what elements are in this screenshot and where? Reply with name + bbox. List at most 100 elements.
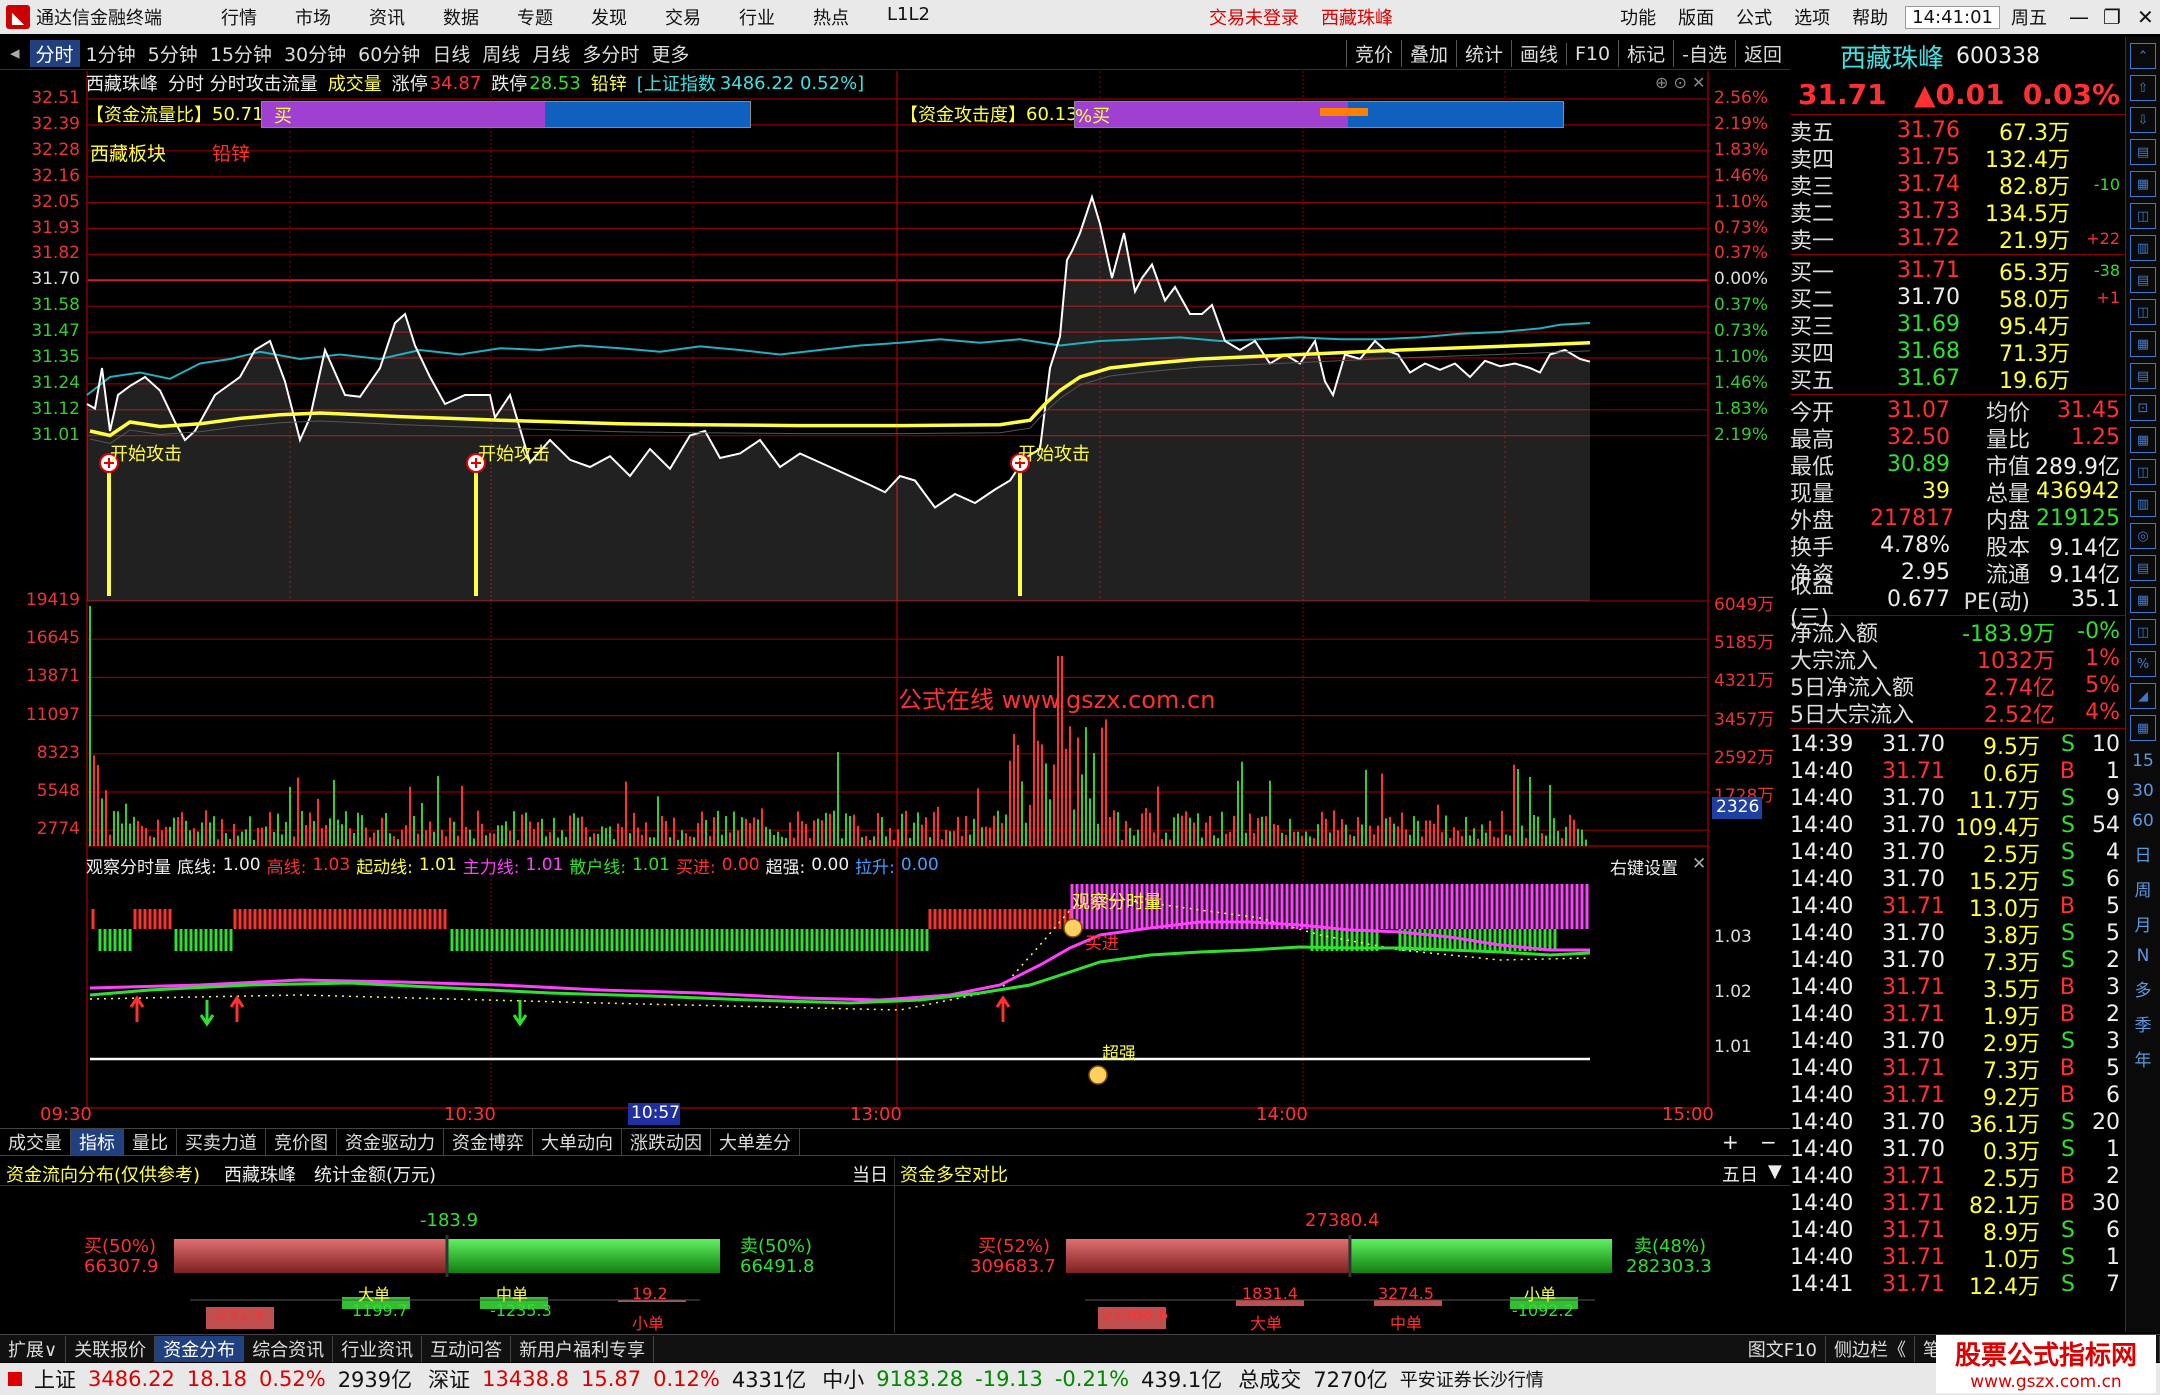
- period-tab[interactable]: 30分钟: [278, 40, 352, 67]
- sidebar-period[interactable]: N: [2126, 946, 2160, 966]
- sidebar-tool-icon[interactable]: ▤: [2130, 267, 2156, 293]
- period-tab[interactable]: 周线: [476, 40, 526, 67]
- indicator-tab[interactable]: 大单动向: [533, 1129, 622, 1155]
- bottom-right-tab[interactable]: 图文F10: [1740, 1335, 1826, 1362]
- tick-list[interactable]: 14:39 31.70 9.5万 S 10 14:40 31.71 0.6万 B 1 14:40 31…: [1790, 729, 2125, 1300]
- bottom-tab[interactable]: 扩展∨: [0, 1335, 67, 1362]
- menu-item[interactable]: L1L2: [868, 4, 949, 30]
- sidebar-tool-icon[interactable]: %: [2130, 651, 2156, 677]
- period-tab[interactable]: 1分钟: [80, 40, 142, 67]
- sidebar-tool-icon[interactable]: ▦: [2130, 587, 2156, 613]
- chart-button[interactable]: 叠加: [1400, 40, 1456, 67]
- sidebar-tool-icon[interactable]: ▥: [2130, 235, 2156, 261]
- menu-item[interactable]: 交易: [646, 4, 720, 30]
- sidebar-tool-icon[interactable]: ▦: [2130, 171, 2156, 197]
- minimize-icon[interactable]: —: [2058, 5, 2092, 29]
- indicator-tab[interactable]: 竞价图: [266, 1129, 337, 1155]
- period-tab[interactable]: 更多: [645, 40, 695, 67]
- chart-button[interactable]: 竞价: [1345, 40, 1401, 67]
- sidebar-tool-icon[interactable]: ▦: [2130, 331, 2156, 357]
- sidebar-tool-icon[interactable]: ◫: [2130, 619, 2156, 645]
- sidebar-period[interactable]: 多: [2126, 976, 2160, 1001]
- chart-button[interactable]: 标记: [1618, 40, 1673, 67]
- chart-settings-icon[interactable]: ⊕ ⊙ ✕: [1655, 73, 1705, 92]
- sidebar-tool-icon[interactable]: ◫: [2130, 203, 2156, 229]
- sidebar-period[interactable]: 周: [2126, 876, 2160, 901]
- sidebar-period[interactable]: 季: [2126, 1011, 2160, 1036]
- sidebar-tool-icon[interactable]: ⌃: [2130, 43, 2156, 69]
- long-short-period[interactable]: 五日: [1722, 1161, 1758, 1187]
- intraday-chart[interactable]: [0, 71, 1790, 1123]
- bottom-tab[interactable]: 互动问答: [422, 1335, 512, 1362]
- right-menu-item[interactable]: 帮助: [1841, 4, 1899, 30]
- indicator-close-icon[interactable]: ✕: [1692, 854, 1706, 874]
- restore-icon[interactable]: ❐: [2092, 5, 2126, 29]
- menu-item[interactable]: 热点: [794, 4, 868, 30]
- right-menu-item[interactable]: 选项: [1783, 4, 1841, 30]
- sidebar-period[interactable]: 15: [2126, 751, 2160, 771]
- bottom-tab[interactable]: 关联报价: [66, 1335, 156, 1362]
- sidebar-period[interactable]: 月: [2126, 911, 2160, 936]
- indicator-tab[interactable]: 大单差分: [711, 1129, 800, 1155]
- indicator-tab[interactable]: 量比: [124, 1129, 177, 1155]
- chart-button[interactable]: 画线: [1510, 40, 1566, 67]
- menu-item[interactable]: 资讯: [350, 4, 424, 30]
- period-tab[interactable]: 月线: [526, 40, 576, 67]
- chart-button[interactable]: -自选: [1673, 40, 1735, 67]
- period-tab[interactable]: 日线: [426, 40, 476, 67]
- menu-item[interactable]: 行业: [720, 4, 794, 30]
- period-tab[interactable]: 60分钟: [352, 40, 426, 67]
- trade-status[interactable]: 交易未登录: [1209, 4, 1299, 30]
- sidebar-tool-icon[interactable]: ◫: [2130, 459, 2156, 485]
- indicator-tab[interactable]: 资金驱动力: [337, 1129, 444, 1155]
- sidebar-tool-icon[interactable]: ▦: [2130, 715, 2156, 741]
- bottom-tab[interactable]: 新用户福利专享: [511, 1335, 655, 1362]
- sidebar-period[interactable]: 日: [2126, 841, 2160, 866]
- sidebar-tool-icon[interactable]: ◎: [2130, 523, 2156, 549]
- right-menu-item[interactable]: 公式: [1725, 4, 1783, 30]
- collapse-icon[interactable]: ◂: [0, 42, 30, 64]
- sidebar-period[interactable]: 30: [2126, 781, 2160, 801]
- menu-item[interactable]: 数据: [424, 4, 498, 30]
- bottom-tab[interactable]: 综合资讯: [244, 1335, 334, 1362]
- remove-icon[interactable]: −: [1760, 1130, 1777, 1154]
- period-dropdown-icon[interactable]: ▼: [1768, 1161, 1782, 1182]
- indicator-tab[interactable]: 成交量: [0, 1129, 71, 1155]
- sidebar-tool-icon[interactable]: ⇧: [2130, 75, 2156, 101]
- menu-item[interactable]: 发现: [572, 4, 646, 30]
- close-icon[interactable]: ✕: [2126, 5, 2160, 29]
- chart-button[interactable]: 返回: [1734, 40, 1790, 67]
- chart-button[interactable]: 统计: [1455, 40, 1511, 67]
- sidebar-tool-icon[interactable]: ▤: [2130, 139, 2156, 165]
- bottom-tab[interactable]: 资金分布: [155, 1335, 245, 1362]
- sidebar-tool-icon[interactable]: ◫: [2130, 299, 2156, 325]
- chart-button[interactable]: F10: [1566, 42, 1618, 65]
- period-tab[interactable]: 15分钟: [204, 40, 278, 67]
- period-tab[interactable]: 分时: [29, 39, 80, 67]
- bottom-right-tab[interactable]: 侧边栏《: [1826, 1335, 1915, 1362]
- sidebar-tool-icon[interactable]: ⇩: [2130, 107, 2156, 133]
- indicator-tab[interactable]: 涨跌动因: [622, 1129, 711, 1155]
- sidebar-period[interactable]: 年: [2126, 1046, 2160, 1071]
- sidebar-period[interactable]: 60: [2126, 811, 2160, 831]
- indicator-tab[interactable]: 指标: [71, 1129, 124, 1155]
- period-tab[interactable]: 5分钟: [142, 40, 204, 67]
- right-menu-item[interactable]: 功能: [1609, 4, 1667, 30]
- fund-flow-period[interactable]: 当日: [852, 1161, 888, 1187]
- sidebar-tool-icon[interactable]: ▤: [2130, 363, 2156, 389]
- sidebar-tool-icon[interactable]: ▦: [2130, 427, 2156, 453]
- sidebar-tool-icon[interactable]: ▤: [2130, 555, 2156, 581]
- sidebar-tool-icon[interactable]: ◢: [2130, 683, 2156, 709]
- period-tab[interactable]: 多分时: [576, 40, 645, 67]
- sidebar-tool-icon[interactable]: ⊡: [2130, 395, 2156, 421]
- indicator-settings[interactable]: 右键设置: [1610, 854, 1678, 879]
- bottom-tab[interactable]: 行业资讯: [333, 1335, 423, 1362]
- menu-item[interactable]: 市场: [276, 4, 350, 30]
- indicator-tab[interactable]: 资金博弈: [444, 1129, 533, 1155]
- menu-item[interactable]: 行情: [202, 4, 276, 30]
- menu-item[interactable]: 专题: [498, 4, 572, 30]
- sidebar-tool-icon[interactable]: ▥: [2130, 491, 2156, 517]
- indicator-tab[interactable]: 买卖力道: [177, 1129, 266, 1155]
- right-menu-item[interactable]: 版面: [1667, 4, 1725, 30]
- add-icon[interactable]: +: [1722, 1130, 1739, 1154]
